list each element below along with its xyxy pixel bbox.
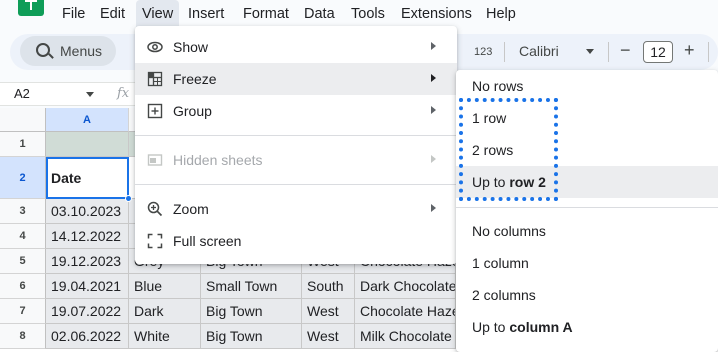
toolbar-divider: [608, 42, 609, 62]
sheets-logo-icon[interactable]: [18, 0, 44, 16]
menu-divider: [456, 207, 718, 208]
menu-help[interactable]: Help: [480, 0, 522, 28]
freeze-no-columns-label: No columns: [472, 223, 546, 239]
freeze-no-rows-label: No rows: [472, 78, 524, 94]
freeze-grid-icon: [147, 71, 163, 87]
menu-insert[interactable]: Insert: [182, 0, 230, 28]
freeze-up-to-column-bold: column A: [509, 319, 573, 335]
view-menu-group-label: Group: [173, 103, 212, 119]
row-header-4[interactable]: 4: [0, 224, 46, 249]
submenu-arrow-icon: [431, 42, 436, 50]
view-menu-zoom[interactable]: Zoom: [135, 193, 457, 225]
view-menu-freeze-label: Freeze: [173, 71, 217, 87]
toolbar-divider: [708, 42, 709, 62]
row-header-7[interactable]: 7: [0, 299, 46, 324]
plus-box-icon: [147, 103, 163, 119]
menu-format[interactable]: Format: [237, 0, 295, 28]
view-menu-full-screen-label: Full screen: [173, 233, 242, 249]
menu-divider: [135, 184, 457, 185]
cell-a5[interactable]: 19.12.2023: [46, 249, 129, 274]
menu-edit[interactable]: Edit: [94, 0, 131, 28]
view-menu-group[interactable]: Group: [135, 95, 457, 127]
cell-b7[interactable]: Dark: [129, 299, 201, 324]
increase-font-size-button[interactable]: +: [684, 40, 695, 61]
freeze-up-to-column-a[interactable]: Up to column A: [456, 311, 718, 343]
cell-d6[interactable]: South: [302, 274, 355, 299]
freeze-2-columns[interactable]: 2 columns: [456, 279, 718, 311]
fill-handle[interactable]: [125, 195, 132, 202]
submenu-arrow-icon: [431, 204, 436, 212]
cell-e8[interactable]: Milk Chocolate: [355, 324, 456, 349]
active-cell-outline: [46, 157, 129, 199]
cell-a3[interactable]: 03.10.2023: [46, 199, 129, 224]
view-menu-hidden-sheets-label: Hidden sheets: [173, 152, 263, 168]
submenu-arrow-icon: [431, 74, 436, 82]
freeze-no-columns[interactable]: No columns: [456, 215, 718, 247]
fullscreen-icon: [147, 233, 163, 249]
toolbar-divider: [504, 42, 505, 62]
freeze-1-column-label: 1 column: [472, 255, 529, 271]
cell-a7[interactable]: 19.07.2022: [46, 299, 129, 324]
freeze-up-to-column-prefix: Up to: [472, 319, 506, 335]
row-header-3[interactable]: 3: [0, 199, 46, 224]
view-menu-zoom-label: Zoom: [173, 201, 209, 217]
cell-a6[interactable]: 19.04.2021: [46, 274, 129, 299]
number-format-button[interactable]: 123: [474, 46, 492, 58]
submenu-arrow-icon: [431, 155, 436, 163]
view-menu-show[interactable]: Show: [135, 31, 457, 63]
cell-d7[interactable]: West: [302, 299, 355, 324]
menu-bar: File Edit View Insert Format Data Tools …: [0, 0, 718, 28]
view-menu-show-label: Show: [173, 39, 209, 55]
cell-c6[interactable]: Small Town: [201, 274, 302, 299]
cell-a8[interactable]: 02.06.2022: [46, 324, 129, 349]
menus-search-button[interactable]: Menus: [20, 36, 116, 66]
cell-c7[interactable]: Big Town: [201, 299, 302, 324]
menu-data[interactable]: Data: [298, 0, 341, 28]
cell-e7[interactable]: Chocolate Haze: [355, 299, 456, 324]
view-menu-full-screen[interactable]: Full screen: [135, 225, 457, 257]
row-header-2[interactable]: 2: [0, 157, 46, 199]
menu-view[interactable]: View: [136, 0, 180, 28]
freeze-up-to-column-label: Up to column A: [472, 319, 573, 335]
select-all-corner[interactable]: [0, 108, 46, 132]
zoom-icon: [147, 201, 163, 217]
column-header-a[interactable]: A: [46, 108, 129, 132]
cell-e6[interactable]: Dark Chocolate: [355, 274, 456, 299]
menu-tools[interactable]: Tools: [345, 0, 391, 28]
eye-icon: [147, 41, 163, 53]
menu-extensions[interactable]: Extensions: [395, 0, 478, 28]
highlight-annotation-box: [459, 98, 558, 201]
freeze-2-columns-label: 2 columns: [472, 287, 536, 303]
submenu-arrow-icon: [431, 106, 436, 114]
cell-a1[interactable]: [46, 132, 129, 157]
name-box-caret-icon[interactable]: [86, 92, 94, 97]
fx-icon: fx: [117, 86, 130, 101]
view-menu-hidden-sheets: Hidden sheets: [135, 144, 457, 176]
cell-a4[interactable]: 14.12.2022: [46, 224, 129, 249]
row-header-1[interactable]: 1: [0, 132, 46, 157]
view-menu-freeze[interactable]: Freeze: [135, 63, 457, 95]
cell-d8[interactable]: West: [302, 324, 355, 349]
search-icon: [36, 43, 50, 57]
row-header-8[interactable]: 8: [0, 324, 46, 349]
menu-divider: [135, 135, 457, 136]
font-size-input[interactable]: 12: [643, 41, 673, 63]
menus-label: Menus: [60, 43, 103, 59]
font-dropdown-caret-icon[interactable]: [586, 49, 594, 54]
cell-b8[interactable]: White: [129, 324, 201, 349]
freeze-1-column[interactable]: 1 column: [456, 247, 718, 279]
menu-file[interactable]: File: [56, 0, 91, 28]
name-box[interactable]: A2: [14, 86, 30, 101]
row-header-5[interactable]: 5: [0, 249, 46, 274]
row-header-6[interactable]: 6: [0, 274, 46, 299]
cell-b6[interactable]: Blue: [129, 274, 201, 299]
cell-c8[interactable]: Big Town: [201, 324, 302, 349]
view-menu-dropdown: Show Freeze Group Hidden sheets Zoom Ful…: [135, 26, 457, 264]
font-select[interactable]: Calibri: [519, 43, 559, 59]
hidden-sheet-icon: [147, 154, 163, 166]
decrease-font-size-button[interactable]: −: [620, 40, 631, 61]
